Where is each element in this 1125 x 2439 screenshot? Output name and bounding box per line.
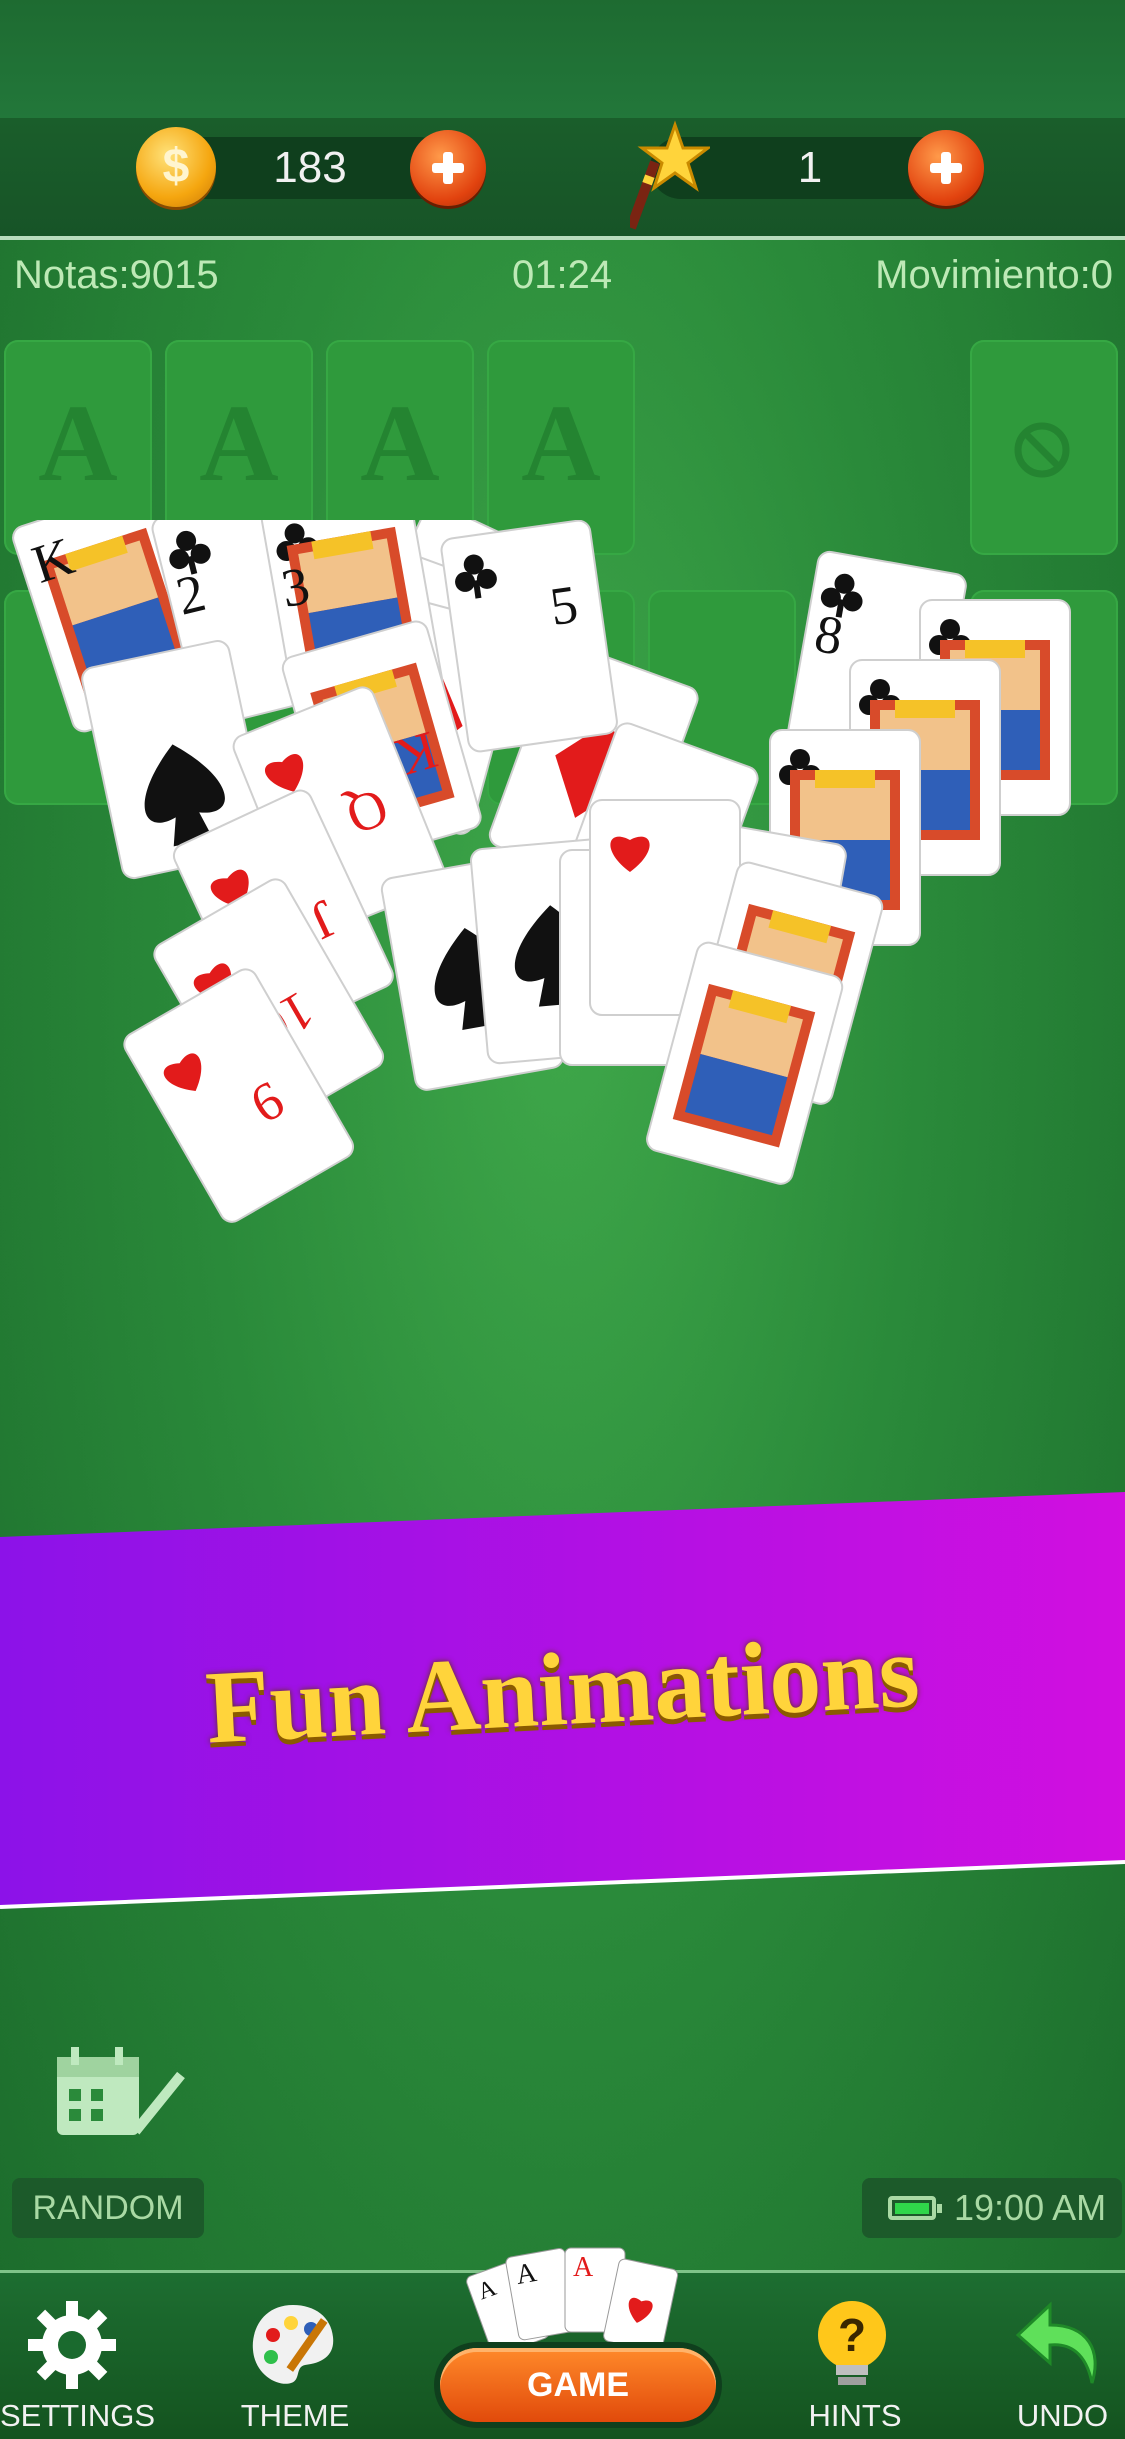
status-area	[0, 0, 1125, 118]
clock-widget: 19:00 AM	[862, 2178, 1122, 2238]
settings-label[interactable]: SETTINGS	[0, 2398, 155, 2434]
foundation-ace-label: A	[38, 382, 118, 504]
svg-text:A: A	[573, 2252, 594, 2283]
daily-calendar-icon[interactable]	[55, 2045, 185, 2140]
hints-lightbulb-icon[interactable]: ?	[802, 2295, 902, 2395]
card: 5	[439, 520, 620, 754]
battery-icon	[888, 2196, 942, 2220]
theme-label[interactable]: THEME	[220, 2398, 370, 2434]
settings-gear-icon[interactable]	[22, 2295, 122, 2395]
foundation-ace-label: A	[521, 382, 601, 504]
wand-count: 1	[797, 143, 823, 192]
undo-arrow-icon[interactable]	[1010, 2295, 1110, 2395]
timer-label: 01:24	[512, 253, 613, 297]
coin-icon: $	[136, 127, 216, 207]
clock-time: 19:00 AM	[954, 2187, 1107, 2228]
random-deal-button[interactable]: RANDOM	[12, 2178, 204, 2238]
magic-wand-icon	[630, 120, 710, 230]
foundation-ace-label: A	[360, 382, 440, 504]
game-button[interactable]: GAME	[440, 2348, 716, 2422]
coin-count: 183	[273, 143, 347, 192]
card-animation: K 2 3 5 K Q 8 K J 10 9	[9, 520, 1071, 1228]
theme-palette-icon[interactable]	[243, 2295, 343, 2395]
game-cards-icon: A A A	[466, 2247, 679, 2356]
score-label: Notas:9015	[14, 253, 219, 297]
moves-label: Movimiento:0	[875, 253, 1113, 297]
empty-stock-icon	[1014, 422, 1070, 478]
hints-label[interactable]: HINTS	[780, 2398, 930, 2434]
add-coins-button[interactable]	[410, 130, 486, 206]
svg-text:?: ?	[838, 2309, 866, 2361]
game-button-label: GAME	[527, 2366, 629, 2404]
undo-label[interactable]: UNDO	[1000, 2398, 1125, 2434]
foundation-ace-label: A	[199, 382, 279, 504]
add-wands-button[interactable]	[908, 130, 984, 206]
